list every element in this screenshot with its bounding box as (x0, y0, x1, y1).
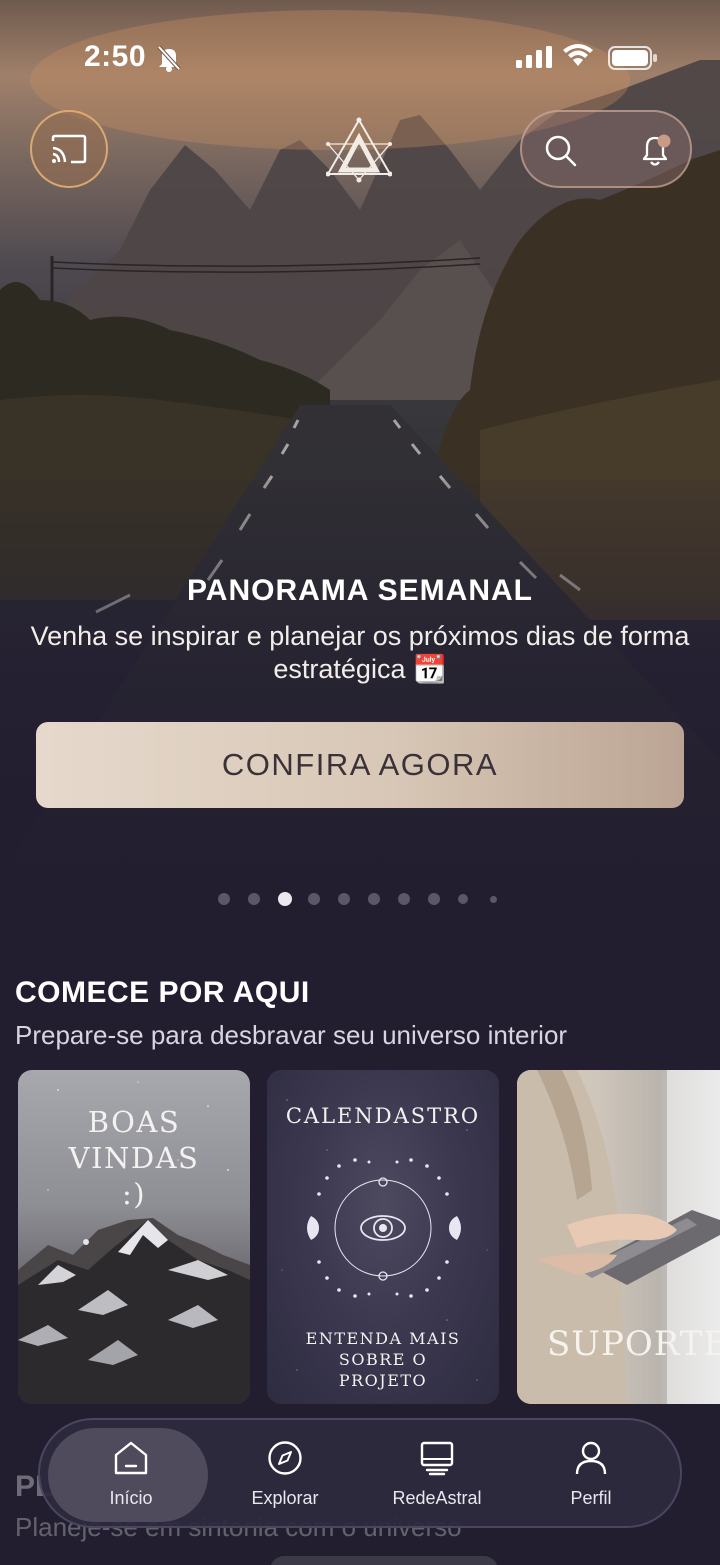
hero-title: PANORAMA SEMANAL (187, 574, 533, 607)
pagination-dot[interactable] (308, 893, 320, 905)
card-suporte[interactable]: SUPORTE (517, 1070, 720, 1404)
home-icon (114, 1441, 148, 1475)
nav-item-redeastral[interactable]: RedeAstral (362, 1420, 512, 1530)
card-subtitle: ENTENDA MAIS SOBRE O PROJETO (305, 1329, 461, 1390)
nav-item-explorar[interactable]: Explorar (210, 1420, 360, 1530)
hero-subtitle: Venha se inspirar e planejar os próximos… (30, 621, 690, 684)
compass-icon (268, 1441, 302, 1475)
status-bar: 2:50 (0, 0, 720, 110)
card-calendastro[interactable]: CALENDASTRO ENTENDA MAIS SOBRE O PROJETO (267, 1070, 499, 1404)
card-title: CALENDASTRO (285, 1104, 481, 1128)
app-screen: 2:50 PANORAMA SEMANAL Venha se inspirar … (0, 0, 720, 1565)
pagination-dot-active[interactable] (278, 892, 292, 906)
card-boas-vindas[interactable]: BOAS VINDAS :) (18, 1070, 250, 1404)
bell-icon[interactable] (638, 132, 676, 168)
pagination-dot[interactable] (368, 893, 380, 905)
hero-banner[interactable]: 2:50 PANORAMA SEMANAL Venha se inspirar … (0, 0, 720, 940)
nav-label: Perfil (570, 1488, 612, 1508)
battery-icon (608, 46, 657, 70)
pagination-dot[interactable] (398, 893, 410, 905)
nav-item-perfil[interactable]: Perfil (516, 1420, 666, 1530)
nav-item-inicio[interactable]: Início (56, 1420, 206, 1530)
section-title: COMECE POR AQUI (15, 976, 310, 1009)
confira-agora-button[interactable]: CONFIRA AGORA (36, 722, 684, 808)
status-time: 2:50 (84, 40, 147, 73)
nav-label: Explorar (251, 1488, 319, 1508)
monitor-icon (420, 1441, 454, 1476)
top-actions-pill (520, 110, 692, 188)
person-icon (575, 1441, 607, 1475)
bell-muted-icon (157, 45, 181, 72)
astral-triangle-logo (326, 117, 392, 183)
pagination-dot[interactable] (428, 893, 440, 905)
cellular-signal-icon (516, 46, 552, 68)
search-icon[interactable] (544, 134, 578, 168)
card-title: SUPORTE (547, 1324, 720, 1364)
next-section-card (270, 1556, 498, 1565)
pagination-dot[interactable] (490, 896, 497, 903)
cast-icon (51, 134, 87, 164)
pagination-dot[interactable] (338, 893, 350, 905)
nav-label: Início (109, 1488, 153, 1508)
cast-button[interactable] (30, 110, 108, 188)
section-subtitle: Prepare-se para desbravar seu universo i… (15, 1020, 568, 1050)
pagination-dot[interactable] (458, 894, 468, 904)
pagination-dot[interactable] (248, 893, 260, 905)
pagination-dot[interactable] (218, 893, 230, 905)
bottom-navigation: Início Explorar RedeAstral Perfil (38, 1418, 682, 1528)
card-title: BOAS VINDAS :) (68, 1105, 200, 1211)
nav-label: RedeAstral (392, 1488, 482, 1508)
wifi-icon (563, 44, 593, 66)
